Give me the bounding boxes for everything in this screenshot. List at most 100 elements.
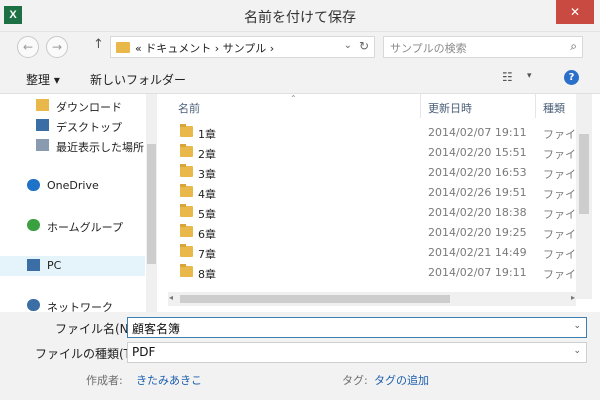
toolbar: 整理 ▾ 新しいフォルダー ☷ ▾ ? — [0, 62, 600, 94]
table-row[interactable]: 5章 2014/02/20 18:38 ファイル — [168, 202, 587, 222]
file-date: 2014/02/07 19:11 — [428, 266, 527, 279]
recent-places-icon — [36, 139, 49, 151]
folder-icon — [180, 264, 193, 277]
organize-menu[interactable]: 整理 ▾ — [26, 71, 60, 88]
view-options-icon[interactable]: ☷ — [502, 70, 513, 84]
sidebar-item-label: ネットワーク — [47, 301, 113, 312]
scroll-right-icon[interactable]: ▸ — [571, 293, 575, 302]
title-bar: X 名前を付けて保存 ✕ — [0, 0, 600, 32]
file-date: 2014/02/20 19:25 — [428, 226, 527, 239]
filetype-label: ファイルの種類(T): — [35, 347, 140, 361]
folder-icon — [180, 224, 193, 237]
filetype-select[interactable]: PDF ⌄ — [127, 342, 587, 363]
tags-label: タグ: — [342, 374, 368, 387]
back-button[interactable]: ← — [17, 36, 39, 58]
folder-icon — [180, 204, 193, 217]
file-list: ⌃ 名前 更新日時 種類 1章 2014/02/07 19:11 ファイル 2章 201… — [168, 94, 600, 312]
filename-value[interactable]: 顧客名簿 — [132, 320, 180, 337]
scroll-left-icon[interactable]: ◂ — [169, 293, 173, 302]
file-list-vertical-scrollbar[interactable] — [576, 94, 592, 299]
filename-label: ファイル名(N): — [55, 322, 138, 336]
help-icon[interactable]: ? — [564, 70, 579, 85]
file-date: 2014/02/26 19:51 — [428, 186, 527, 199]
computer-icon — [27, 259, 40, 271]
view-dropdown-icon[interactable]: ▾ — [527, 71, 532, 81]
folder-icon — [116, 42, 130, 53]
folder-icon — [180, 184, 193, 197]
column-divider[interactable] — [420, 94, 421, 118]
up-folder-button[interactable]: ↑ — [93, 37, 104, 52]
file-name[interactable]: 1章 — [198, 126, 216, 142]
navigation-pane: ダウンロード デスクトップ 最近表示した場所 OneDrive ホームグループ … — [0, 94, 157, 312]
sidebar-item-homegroup[interactable]: ホームグループ — [0, 216, 145, 236]
search-input[interactable]: サンプルの検索 — [390, 40, 467, 56]
scrollbar-thumb[interactable] — [579, 134, 589, 214]
file-date: 2014/02/20 16:53 — [428, 166, 527, 179]
sidebar-item-network[interactable]: ネットワーク — [0, 296, 145, 312]
author-label: 作成者: — [86, 374, 123, 387]
folder-icon — [180, 164, 193, 177]
column-header-date[interactable]: 更新日時 — [428, 100, 472, 116]
file-name[interactable]: 8章 — [198, 266, 216, 282]
sidebar-item-label: 最近表示した場所 — [56, 141, 144, 154]
file-date: 2014/02/21 14:49 — [428, 246, 527, 259]
new-folder-button[interactable]: 新しいフォルダー — [90, 71, 186, 88]
forward-button[interactable]: → — [46, 36, 68, 58]
save-form: ファイル名(N): 顧客名簿 ⌄ ファイルの種類(T): PDF ⌄ 作成者: … — [0, 312, 600, 400]
table-row[interactable]: 2章 2014/02/20 15:51 ファイル — [168, 142, 587, 162]
folder-icon — [180, 144, 193, 157]
column-divider[interactable] — [535, 94, 536, 118]
file-name[interactable]: 2章 — [198, 146, 216, 162]
chevron-down-icon[interactable]: ⌄ — [344, 40, 352, 51]
file-list-horizontal-scrollbar[interactable]: ◂ ▸ — [168, 292, 576, 306]
desktop-icon — [36, 119, 49, 131]
folder-icon — [180, 244, 193, 257]
download-folder-icon — [36, 99, 49, 111]
author-field[interactable]: きたみあきこ — [136, 372, 202, 388]
navigation-scrollbar[interactable] — [146, 94, 157, 312]
folder-icon — [180, 124, 193, 137]
sort-ascending-icon: ⌃ — [290, 94, 297, 103]
window-title: 名前を付けて保存 — [244, 10, 356, 26]
file-name[interactable]: 7章 — [198, 246, 216, 262]
table-row[interactable]: 7章 2014/02/21 14:49 ファイル — [168, 242, 587, 262]
sidebar-item-desktop[interactable]: デスクトップ — [0, 116, 145, 136]
sidebar-item-label: OneDrive — [47, 179, 99, 192]
column-header-type[interactable]: 種類 — [543, 100, 565, 116]
file-date: 2014/02/07 19:11 — [428, 126, 527, 139]
scrollbar-thumb[interactable] — [147, 144, 156, 264]
tags-field[interactable]: タグの追加 — [374, 372, 429, 388]
column-header-name[interactable]: 名前 — [178, 100, 200, 116]
file-name[interactable]: 3章 — [198, 166, 216, 182]
sidebar-item-pc[interactable]: PC — [0, 256, 145, 276]
chevron-down-icon[interactable]: ⌄ — [573, 346, 581, 356]
filename-field[interactable]: 顧客名簿 ⌄ — [127, 317, 587, 338]
table-row[interactable]: 8章 2014/02/07 19:11 ファイル — [168, 262, 587, 282]
search-icon[interactable]: ⌕ — [570, 39, 577, 54]
file-date: 2014/02/20 18:38 — [428, 206, 527, 219]
file-name[interactable]: 5章 — [198, 206, 216, 222]
sidebar-item-recent[interactable]: 最近表示した場所 — [0, 136, 145, 156]
close-button[interactable]: ✕ — [556, 0, 594, 24]
sidebar-item-downloads[interactable]: ダウンロード — [0, 96, 145, 116]
scrollbar-thumb[interactable] — [180, 295, 450, 303]
address-row: ← → ↑ « ドキュメント › サンプル › ⌄ ↻ サンプルの検索 ⌕ — [0, 32, 600, 62]
file-date: 2014/02/20 15:51 — [428, 146, 527, 159]
file-name[interactable]: 6章 — [198, 226, 216, 242]
file-name[interactable]: 4章 — [198, 186, 216, 202]
search-box[interactable]: サンプルの検索 ⌕ — [383, 36, 583, 58]
sidebar-item-label: デスクトップ — [56, 121, 122, 134]
chevron-down-icon[interactable]: ⌄ — [573, 321, 581, 331]
cloud-icon — [27, 179, 40, 191]
table-row[interactable]: 6章 2014/02/20 19:25 ファイル — [168, 222, 587, 242]
table-row[interactable]: 4章 2014/02/26 19:51 ファイル — [168, 182, 587, 202]
sidebar-item-label: ホームグループ — [47, 221, 124, 234]
table-row[interactable]: 1章 2014/02/07 19:11 ファイル — [168, 122, 587, 142]
table-row[interactable]: 3章 2014/02/20 16:53 ファイル — [168, 162, 587, 182]
breadcrumb[interactable]: « ドキュメント › サンプル › — [135, 40, 274, 56]
address-bar[interactable]: « ドキュメント › サンプル › ⌄ ↻ — [110, 36, 375, 58]
filetype-value[interactable]: PDF — [132, 345, 155, 359]
refresh-icon[interactable]: ↻ — [359, 39, 369, 53]
sidebar-item-onedrive[interactable]: OneDrive — [0, 176, 145, 196]
homegroup-icon — [27, 219, 40, 231]
